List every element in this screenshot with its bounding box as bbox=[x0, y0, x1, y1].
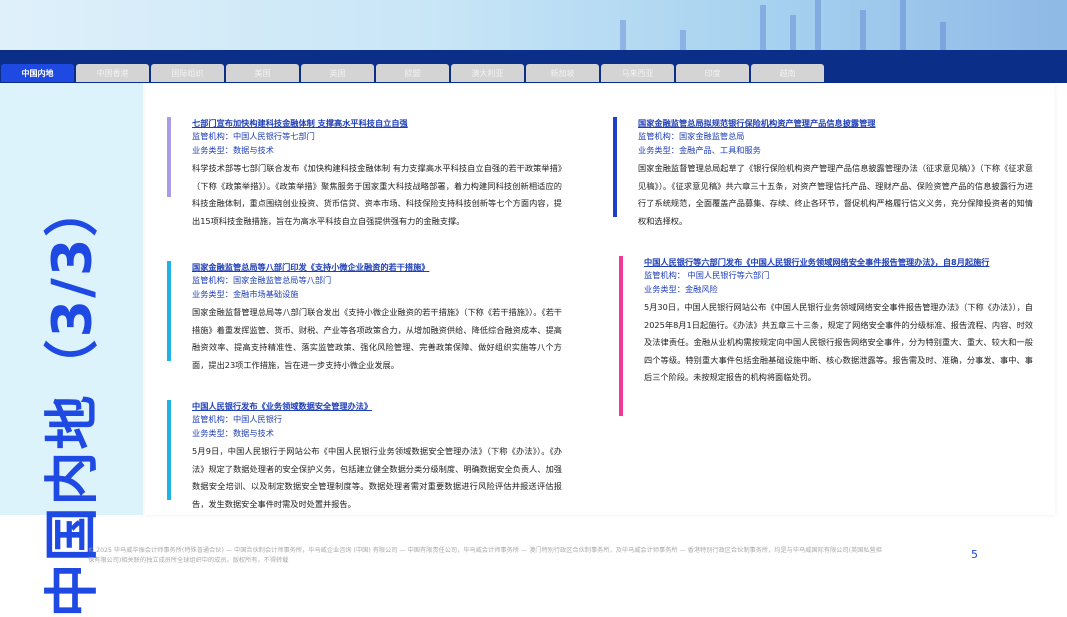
news-item: 中国人民银行等六部门发布《中国人民银行业务领域网络安全事件报告管理办法》，自8月… bbox=[619, 256, 1033, 416]
tab-8[interactable]: 马来西亚 bbox=[601, 64, 674, 82]
regulator: 监管机构：国家金融监管总局 bbox=[638, 131, 745, 141]
news-item: 中国人民银行发布《业务领域数据安全管理办法》 监管机构：中国人民银行 业务类型：… bbox=[167, 400, 562, 513]
header-banner bbox=[0, 0, 1067, 50]
news-item: 国家金融监管总局拟规范银行保险机构资产管理产品信息披露管理 监管机构：国家金融监… bbox=[613, 117, 1033, 230]
accent-bar bbox=[167, 400, 171, 500]
accent-bar bbox=[613, 117, 617, 217]
business-type: 业务类型：金融市场基础设施 bbox=[192, 289, 299, 299]
content-card: 七部门宣布加快构建科技金融体制 支撑高水平科技自立自强 监管机构：中国人民银行等… bbox=[145, 84, 1055, 515]
tab-2[interactable]: 国际组织 bbox=[151, 64, 224, 82]
accent-bar bbox=[167, 117, 171, 197]
news-title-link[interactable]: 中国人民银行等六部门发布《中国人民银行业务领域网络安全事件报告管理办法》，自8月… bbox=[644, 256, 1033, 268]
business-type: 业务类型：金融风险 bbox=[644, 284, 718, 294]
tab-10[interactable]: 越南 bbox=[751, 64, 824, 82]
accent-bar bbox=[619, 256, 623, 416]
tab-7[interactable]: 新加坡 bbox=[526, 64, 599, 82]
regulator: 监管机构：中国人民银行 bbox=[192, 414, 283, 424]
news-title-link[interactable]: 中国人民银行发布《业务领域数据安全管理办法》 bbox=[192, 400, 562, 412]
tab-6[interactable]: 澳大利亚 bbox=[451, 64, 524, 82]
business-type: 业务类型：金融产品、工具和服务 bbox=[638, 145, 761, 155]
tab-0[interactable]: 中国内地 bbox=[1, 64, 74, 82]
accent-bar bbox=[167, 261, 171, 361]
page-number: 5 bbox=[971, 548, 978, 561]
news-body: 国家金融监督管理总局起草了《银行保险机构资产管理产品信息披露管理办法（征求意见稿… bbox=[638, 163, 1033, 226]
tab-4[interactable]: 英国 bbox=[301, 64, 374, 82]
regulator: 监管机构： 中国人民银行等六部门 bbox=[644, 270, 770, 280]
regulator: 监管机构：国家金融监管总局等八部门 bbox=[192, 275, 332, 285]
regulator: 监管机构：中国人民银行等七部门 bbox=[192, 131, 315, 141]
business-type: 业务类型：数据与技术 bbox=[192, 145, 274, 155]
news-body: 5月30日，中国人民银行网站公布《中国人民银行业务领域网络安全事件报告管理办法》… bbox=[644, 302, 1033, 382]
news-title-link[interactable]: 国家金融监管总局拟规范银行保险机构资产管理产品信息披露管理 bbox=[638, 117, 1033, 129]
news-item: 七部门宣布加快构建科技金融体制 支撑高水平科技自立自强 监管机构：中国人民银行等… bbox=[167, 117, 562, 230]
news-title-link[interactable]: 国家金融监管总局等八部门印发《支持小微企业融资的若干措施》 bbox=[192, 261, 562, 273]
tab-5[interactable]: 欧盟 bbox=[376, 64, 449, 82]
tab-9[interactable]: 印度 bbox=[676, 64, 749, 82]
business-type: 业务类型：数据与技术 bbox=[192, 428, 274, 438]
tab-3[interactable]: 美国 bbox=[226, 64, 299, 82]
country-tabs: 中国内地 中国香港 国际组织 美国 英国 欧盟 澳大利亚 新加坡 马来西亚 印度 越南 bbox=[1, 64, 824, 83]
tab-1[interactable]: 中国香港 bbox=[76, 64, 149, 82]
news-item: 国家金融监管总局等八部门印发《支持小微企业融资的若干措施》 监管机构：国家金融监… bbox=[167, 261, 562, 374]
news-body: 国家金融监督管理总局等八部门联合发出《支持小微企业融资的若干措施》（下称《若干措… bbox=[192, 307, 562, 370]
news-body: 5月9日，中国人民银行于网站公布《中国人民银行业务领域数据安全管理办法》（下称《… bbox=[192, 446, 562, 509]
copyright-footer: © 2025 毕马威华振会计师事务所(特殊普通合伙) — 中国合伙制会计师事务所… bbox=[88, 547, 882, 564]
side-panel: 中国内地（3/3） bbox=[0, 83, 143, 617]
news-title-link[interactable]: 七部门宣布加快构建科技金融体制 支撑高水平科技自立自强 bbox=[192, 117, 562, 129]
news-body: 科学技术部等七部门联合发布《加快构建科技金融体制 有力支撑高水平科技自立自强的若… bbox=[192, 163, 562, 226]
